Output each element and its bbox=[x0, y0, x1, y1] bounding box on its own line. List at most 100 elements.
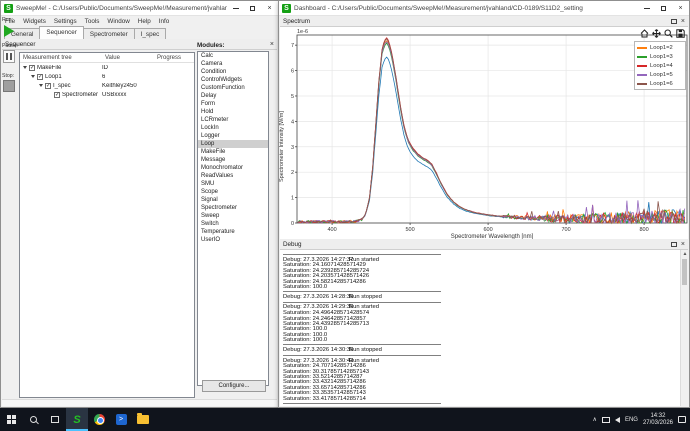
maximize-button[interactable] bbox=[655, 1, 672, 16]
menu-item-window[interactable]: Window bbox=[107, 18, 129, 25]
chrome-icon bbox=[94, 414, 105, 425]
tab-i_spec[interactable]: I_spec bbox=[134, 28, 167, 39]
module-item-logger[interactable]: Logger bbox=[198, 132, 268, 140]
tree-row-makefile[interactable]: ✓MakeFileID bbox=[20, 63, 194, 72]
checkbox[interactable]: ✓ bbox=[37, 74, 43, 80]
display-icon[interactable] bbox=[602, 417, 610, 423]
expander-icon[interactable] bbox=[23, 66, 27, 69]
taskbar-search-button[interactable] bbox=[22, 408, 44, 431]
sweepme-titlebar[interactable]: S SweepMe! - C:/Users/Public/Documents/S… bbox=[1, 1, 278, 16]
close-button[interactable]: × bbox=[672, 1, 689, 16]
module-item-signal[interactable]: Signal bbox=[198, 196, 268, 204]
chart-legend: Loop1=2Loop1=3Loop1=4Loop1=5Loop1=6 bbox=[634, 41, 686, 90]
tab-sequencer[interactable]: Sequencer bbox=[39, 26, 83, 39]
maximize-button[interactable] bbox=[244, 1, 261, 16]
debug-dock-close-icon[interactable]: × bbox=[681, 240, 685, 249]
checkbox[interactable]: ✓ bbox=[45, 83, 51, 89]
module-item-controlwidgets[interactable]: ControlWidgets bbox=[198, 76, 268, 84]
minimize-button[interactable] bbox=[638, 1, 655, 16]
spectrum-dock-close-icon[interactable]: × bbox=[681, 17, 685, 26]
module-item-readvalues[interactable]: ReadValues bbox=[198, 172, 268, 180]
svg-text:700: 700 bbox=[562, 227, 571, 233]
menu-item-widgets[interactable]: Widgets bbox=[23, 18, 46, 25]
task-view-button[interactable] bbox=[44, 408, 66, 431]
debug-separator bbox=[283, 291, 441, 292]
module-item-userio[interactable]: UserIO bbox=[198, 236, 268, 244]
debug-log[interactable]: Debug: 27.3.2026 14:27:37Run startedSatu… bbox=[280, 250, 688, 406]
module-item-lockin[interactable]: LockIn bbox=[198, 124, 268, 132]
checkbox[interactable]: ✓ bbox=[54, 92, 60, 98]
stop-button[interactable] bbox=[3, 80, 15, 92]
module-item-switch[interactable]: Switch bbox=[198, 220, 268, 228]
module-item-lcrmeter[interactable]: LCRmeter bbox=[198, 116, 268, 124]
tray-expand-icon[interactable]: ∧ bbox=[593, 416, 597, 423]
pan-icon[interactable] bbox=[652, 29, 661, 38]
module-item-smu[interactable]: SMU bbox=[198, 180, 268, 188]
checkbox[interactable]: ✓ bbox=[29, 65, 35, 71]
scroll-up-icon[interactable]: ▲ bbox=[681, 250, 688, 258]
module-item-condition[interactable]: Condition bbox=[198, 68, 268, 76]
notification-center-icon[interactable] bbox=[678, 416, 686, 423]
tree-row-spectrometer[interactable]: ✓SpectrometerUSBxxxx bbox=[20, 90, 194, 99]
spectrum-dock-header[interactable]: Spectrum × bbox=[280, 16, 688, 27]
menu-item-info[interactable]: Info bbox=[159, 18, 170, 25]
desktop: S SweepMe! - C:/Users/Public/Documents/S… bbox=[0, 0, 690, 431]
menu-item-help[interactable]: Help bbox=[138, 18, 151, 25]
expander-icon[interactable] bbox=[31, 75, 35, 78]
module-item-scope[interactable]: Scope bbox=[198, 188, 268, 196]
module-item-sweep[interactable]: Sweep bbox=[198, 212, 268, 220]
zoom-icon[interactable] bbox=[664, 29, 673, 38]
tree-row-i_spec[interactable]: ✓I_specKeithley2450 bbox=[20, 81, 194, 90]
debug-scrollbar[interactable]: ▲ bbox=[680, 250, 688, 406]
module-item-calc[interactable]: Calc bbox=[198, 52, 268, 60]
module-item-loop[interactable]: Loop bbox=[198, 140, 268, 148]
taskbar-clock[interactable]: 14:32 27/03/2026 bbox=[643, 413, 673, 427]
start-button[interactable] bbox=[0, 408, 22, 431]
tree-node-label: Loop1 bbox=[45, 74, 62, 80]
search-icon bbox=[30, 416, 37, 423]
debug-dock-float-icon[interactable] bbox=[671, 242, 677, 247]
svg-text:600: 600 bbox=[484, 227, 493, 233]
minimize-button[interactable] bbox=[227, 1, 244, 16]
tab-spectrometer[interactable]: Spectrometer bbox=[83, 28, 135, 39]
module-item-monochromator[interactable]: Monochromator bbox=[198, 164, 268, 172]
scrollbar-thumb[interactable] bbox=[682, 259, 687, 285]
tree-rows: ✓MakeFileID✓Loop16✓I_specKeithley2450✓Sp… bbox=[20, 63, 194, 99]
debug-dock-header[interactable]: Debug × bbox=[280, 239, 688, 250]
module-item-form[interactable]: Form bbox=[198, 100, 268, 108]
pause-button[interactable] bbox=[3, 50, 15, 63]
svg-text:5: 5 bbox=[291, 94, 294, 100]
tree-row-loop1[interactable]: ✓Loop16 bbox=[20, 72, 194, 81]
module-item-camera[interactable]: Camera bbox=[198, 60, 268, 68]
sweepme-window-title: SweepMe! - C:/Users/Public/Documents/Swe… bbox=[16, 5, 227, 12]
home-icon[interactable] bbox=[640, 29, 649, 38]
close-button[interactable]: × bbox=[261, 1, 278, 16]
svg-text:1e-6: 1e-6 bbox=[297, 29, 308, 35]
menu-item-settings[interactable]: Settings bbox=[54, 18, 77, 25]
module-item-temperature[interactable]: Temperature bbox=[198, 228, 268, 236]
module-item-customfunction[interactable]: CustomFunction bbox=[198, 84, 268, 92]
measurement-tree-table: Measurement tree Value Progress ✓MakeFil… bbox=[19, 52, 195, 398]
expander-icon[interactable] bbox=[39, 84, 43, 87]
spectrum-plot[interactable]: 01234567400500600700800Spectrometer Wave… bbox=[280, 27, 688, 239]
taskbar-sweepme-button[interactable]: S bbox=[66, 408, 88, 431]
speaker-icon[interactable] bbox=[615, 417, 620, 423]
run-button[interactable] bbox=[3, 24, 15, 37]
taskbar-explorer-button[interactable] bbox=[132, 408, 154, 431]
module-item-hold[interactable]: Hold bbox=[198, 108, 268, 116]
spectrum-dock-float-icon[interactable] bbox=[671, 19, 677, 24]
debug-saturation-line: Saturation: 33.41785714285714 bbox=[283, 396, 688, 401]
taskbar-app-button[interactable]: > bbox=[110, 408, 132, 431]
configure-button[interactable]: Configure... bbox=[202, 380, 266, 392]
save-icon[interactable] bbox=[676, 29, 685, 38]
sequencer-dock-close-icon[interactable]: × bbox=[270, 40, 274, 49]
module-item-spectrometer[interactable]: Spectrometer bbox=[198, 204, 268, 212]
module-item-delay[interactable]: Delay bbox=[198, 92, 268, 100]
module-item-message[interactable]: Message bbox=[198, 156, 268, 164]
module-item-makefile[interactable]: MakeFile bbox=[198, 148, 268, 156]
taskbar-chrome-button[interactable] bbox=[88, 408, 110, 431]
language-indicator[interactable]: ENG bbox=[625, 417, 638, 423]
maximize-icon bbox=[250, 6, 255, 11]
menu-item-tools[interactable]: Tools bbox=[85, 18, 100, 25]
dashboard-titlebar[interactable]: S Dashboard - C:/Users/Public/Documents/… bbox=[279, 1, 689, 16]
